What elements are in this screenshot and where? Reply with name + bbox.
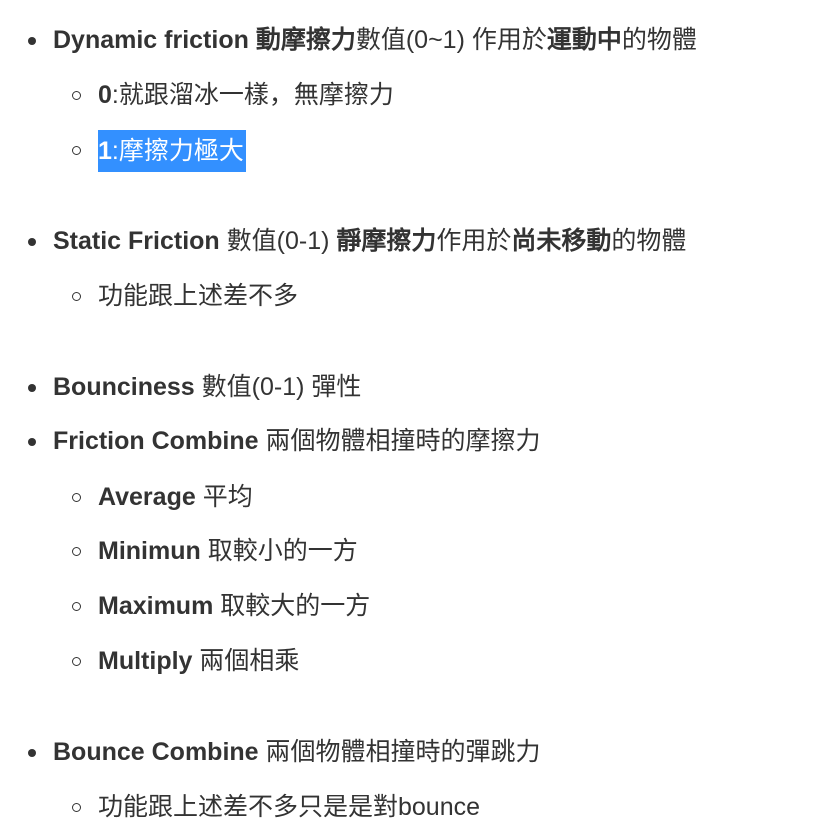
list-item-text: Maximum 取較大的一方 <box>98 592 371 620</box>
circle-bullet-icon <box>72 145 81 155</box>
circle-bullet-icon <box>72 802 81 812</box>
circle-bullet-icon <box>72 291 81 301</box>
list-item-text: Static Friction 數值(0-1) 靜摩擦力作用於尚未移動的物體 <box>53 227 687 255</box>
bullet-icon <box>28 238 36 246</box>
list-item-text: 0:就跟溜冰一樣，無摩擦力 <box>98 81 394 109</box>
circle-bullet-icon <box>72 656 81 666</box>
circle-bullet-icon <box>72 492 81 502</box>
list-item-text: Minimun 取較小的一方 <box>98 537 358 565</box>
bullet-icon <box>28 438 36 446</box>
list-item-text: Bounce Combine 兩個物體相撞時的彈跳力 <box>53 738 541 766</box>
document-body: Dynamic friction 動摩擦力數值(0~1) 作用於運動中的物體 0… <box>0 0 830 834</box>
bullet-icon <box>28 384 36 392</box>
circle-bullet-icon <box>72 90 81 100</box>
bullet-icon <box>28 37 36 45</box>
list-item-text: Dynamic friction 動摩擦力數值(0~1) 作用於運動中的物體 <box>53 26 697 54</box>
selected-text-highlight[interactable]: 1:摩擦力極大 <box>98 130 246 172</box>
list-item-text: Friction Combine 兩個物體相撞時的摩擦力 <box>53 427 541 455</box>
bullet-icon <box>28 749 36 757</box>
circle-bullet-icon <box>72 546 81 556</box>
list-item-text: 功能跟上述差不多 <box>98 282 299 310</box>
circle-bullet-icon <box>72 601 81 611</box>
list-item-text: Average 平均 <box>98 483 253 511</box>
list-item-text: Multiply 兩個相乘 <box>98 647 300 675</box>
list-item-text: 功能跟上述差不多只是是對bounce <box>98 793 481 821</box>
list-item-text: Bounciness 數值(0-1) 彈性 <box>53 373 362 401</box>
